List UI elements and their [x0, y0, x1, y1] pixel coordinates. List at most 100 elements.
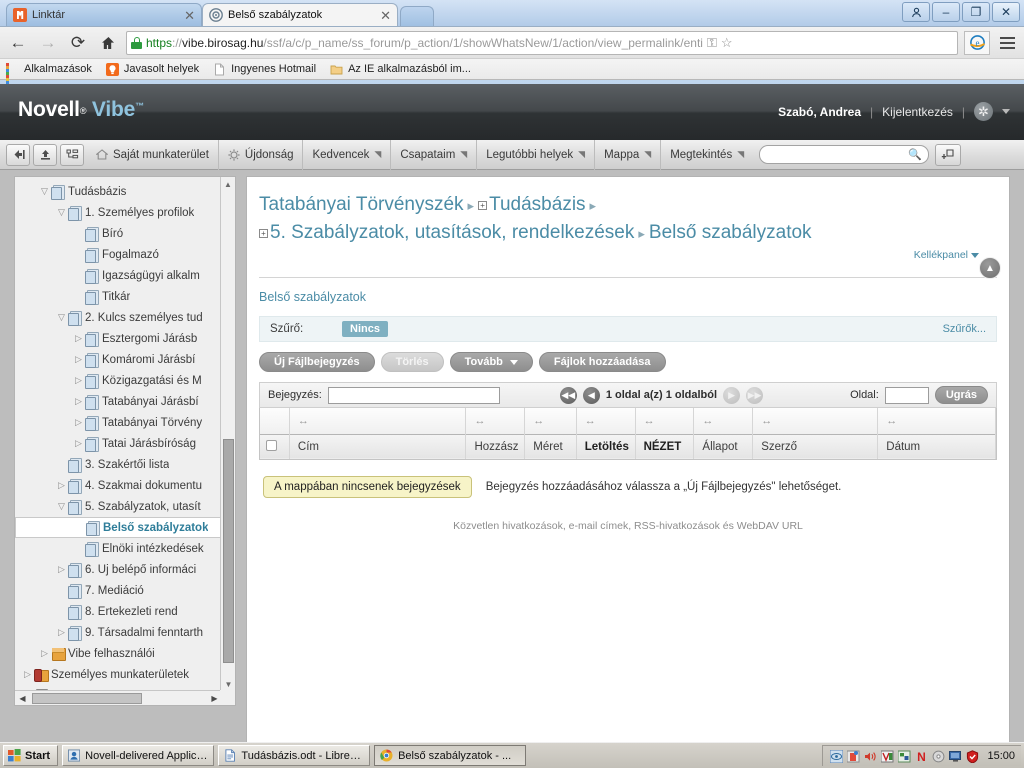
sidebar-tree-item[interactable]: ▽ Tudásbázis: [15, 181, 222, 202]
network-icon[interactable]: [897, 749, 911, 763]
taskbar-item-libreoffice[interactable]: Tudásbázis.odt - LibreOf...: [218, 745, 371, 766]
star-icon[interactable]: ☆: [721, 35, 733, 51]
sidebar-tree-item[interactable]: ▷ Esztergomi Járásb: [15, 328, 222, 349]
column-resize-handle[interactable]: ↔: [465, 408, 526, 434]
sidebar-vertical-scrollbar[interactable]: ▲ ▼: [220, 177, 235, 692]
new-tab-button[interactable]: [400, 6, 434, 26]
tree-expand-icon[interactable]: ▷: [72, 375, 85, 386]
forward-button[interactable]: →: [36, 31, 60, 55]
next-page-icon[interactable]: ▶: [723, 386, 741, 404]
vibe-logo[interactable]: Novell® Vibe™: [18, 98, 144, 122]
first-page-icon[interactable]: ◀◀: [559, 386, 577, 404]
column-resize-handle[interactable]: ↔: [635, 408, 695, 434]
last-page-icon[interactable]: ▶▶: [746, 386, 764, 404]
filters-link[interactable]: Szűrők...: [943, 323, 986, 335]
kellekpanel-toggle[interactable]: Kellékpanel: [914, 249, 979, 261]
taskbar-item-chrome[interactable]: Belső szabályzatok - ...: [374, 745, 527, 766]
sidebar-tree-item[interactable]: 7. Mediáció: [15, 580, 222, 601]
search-input[interactable]: 🔍: [759, 145, 930, 164]
sidebar-tree-item[interactable]: Elnöki intézkedések: [15, 538, 222, 559]
sidebar-tree-item[interactable]: ▷ 9. Társadalmi fenntarth: [15, 622, 222, 643]
select-all-checkbox[interactable]: [260, 433, 290, 459]
sidebar-tree-item[interactable]: 8. Értekezleti rend: [15, 601, 222, 622]
sidebar-tree-item[interactable]: Titkár: [15, 286, 222, 307]
volume-icon[interactable]: [863, 749, 877, 763]
minimize-button[interactable]: –: [932, 2, 960, 22]
navitem-kedvencek[interactable]: Kedvencek ◥: [303, 139, 392, 170]
address-bar[interactable]: https://vibe.birosag.hu/ssf/a/c/p_name/s…: [126, 30, 958, 55]
sidebar-tree-item[interactable]: ▽ 1. Személyes profilok: [15, 202, 222, 223]
column-header[interactable]: Szerző: [752, 433, 879, 459]
tree-expand-icon[interactable]: ▷: [72, 396, 85, 407]
column-resize-handle[interactable]: ↔: [693, 408, 754, 434]
tree-collapse-icon[interactable]: ▽: [55, 207, 68, 218]
tree-expand-icon[interactable]: ▷: [72, 354, 85, 365]
sidebar-horizontal-scrollbar[interactable]: ◀ ▶: [15, 690, 222, 705]
gear-icon[interactable]: ✲: [974, 102, 993, 121]
scrollbar-track[interactable]: [30, 691, 207, 705]
column-header[interactable]: Hozzász: [465, 433, 526, 459]
expand-sidebar-icon[interactable]: [6, 143, 30, 166]
scroll-up-icon[interactable]: ▲: [221, 177, 235, 192]
footer-links[interactable]: Közvetlen hivatkozások, e-mail címek, RS…: [259, 520, 997, 532]
add-files-button[interactable]: Fájlok hozzáadása: [538, 352, 666, 372]
column-header[interactable]: Állapot: [693, 433, 754, 459]
tree-collapse-icon[interactable]: ▽: [55, 501, 68, 512]
navitem-mappa[interactable]: Mappa ◥: [595, 139, 662, 170]
close-button[interactable]: ✕: [992, 2, 1020, 22]
taskbar-item-novell-app[interactable]: Novell-delivered Applicati...: [62, 745, 215, 766]
sidebar-tree-item[interactable]: ▽ 5. Szabályzatok, utasít: [15, 496, 222, 517]
sidebar-tree-item[interactable]: ▷ Személyes munkaterületek: [15, 664, 222, 685]
delete-button[interactable]: Törlés: [380, 352, 444, 372]
sidebar-tree-item[interactable]: Igazságügyi alkalm: [15, 265, 222, 286]
column-header[interactable]: Cím: [289, 433, 467, 459]
upload-icon[interactable]: [33, 143, 57, 166]
sidebar-tree-item-selected[interactable]: Belső szabályzatok: [15, 517, 222, 538]
browser-tab-belso-szabalyzatok[interactable]: Belső szabályzatok ✕: [202, 3, 398, 26]
breadcrumb-expand-icon[interactable]: +: [478, 201, 488, 210]
page-input[interactable]: [884, 386, 929, 404]
back-button[interactable]: ←: [6, 31, 30, 55]
column-resize-handle[interactable]: ↔: [524, 408, 577, 434]
hamburger-menu-icon[interactable]: [996, 36, 1018, 49]
sidebar-tree-item[interactable]: Fogalmazó: [15, 244, 222, 265]
scroll-left-icon[interactable]: ◀: [15, 694, 30, 703]
browser-tab-linktar[interactable]: Linktár ✕: [6, 3, 202, 26]
user-profile-button[interactable]: [902, 2, 930, 22]
sidebar-tree-item[interactable]: ▷ Közigazgatási és M: [15, 370, 222, 391]
vpn-icon[interactable]: [880, 749, 894, 763]
tree-expand-icon[interactable]: ▷: [55, 564, 68, 575]
user-name[interactable]: Szabó, Andrea: [778, 105, 861, 119]
breadcrumb-item-1[interactable]: Tudásbázis: [489, 194, 585, 215]
checkbox-icon[interactable]: [266, 439, 277, 451]
breadcrumb-item-0[interactable]: Tatabányai Törvényszék: [259, 194, 464, 215]
breadcrumb-expand-icon[interactable]: +: [259, 229, 268, 238]
internet-explorer-icon[interactable]: e: [964, 30, 990, 55]
maximize-button[interactable]: ❐: [962, 2, 990, 22]
new-file-entry-button[interactable]: Új Fájlbejegyzés: [259, 352, 375, 372]
sidebar-tree-item[interactable]: ▽ 2. Kulcs személyes tud: [15, 307, 222, 328]
key-icon[interactable]: ⚿: [707, 35, 717, 51]
logout-link[interactable]: Kijelentkezés: [882, 105, 953, 119]
column-resize-handle[interactable]: ↔: [877, 408, 996, 434]
bookmark-ingyenes-hotmail[interactable]: Ingyenes Hotmail: [213, 63, 316, 76]
tree-collapse-icon[interactable]: ▽: [38, 186, 51, 197]
go-button[interactable]: Ugrás: [934, 386, 988, 404]
tree-expand-icon[interactable]: ▷: [72, 417, 85, 428]
navitem-ujdonsag[interactable]: Újdonság: [219, 139, 304, 170]
scrollbar-thumb[interactable]: [32, 693, 142, 704]
sidebar-tree-item[interactable]: ▷ Tatabányai Járásbí: [15, 391, 222, 412]
sidebar-tree-item[interactable]: ▷ Vibe felhasználói: [15, 643, 222, 664]
column-header[interactable]: Méret: [524, 433, 577, 459]
breadcrumb-item-2[interactable]: 5. Szabályzatok, utasítások, rendelkezés…: [270, 222, 634, 243]
sidebar-tree-item[interactable]: ▷ Tatai Járásbíróság: [15, 433, 222, 454]
sidebar-tree-item[interactable]: 3. Szakértői lista: [15, 454, 222, 475]
navitem-sajat-munkaterulet[interactable]: Saját munkaterület: [87, 139, 219, 170]
tree-expand-icon[interactable]: ▷: [72, 333, 85, 344]
zenworks-icon[interactable]: [846, 749, 860, 763]
navitem-megtekintes[interactable]: Megtekintés ◥: [661, 140, 753, 170]
column-resize-handle[interactable]: ↔: [289, 408, 467, 434]
scrollbar-thumb[interactable]: [223, 439, 234, 663]
disc-icon[interactable]: [931, 749, 945, 763]
bookmark-javasolt-helyek[interactable]: Javasolt helyek: [105, 62, 199, 76]
